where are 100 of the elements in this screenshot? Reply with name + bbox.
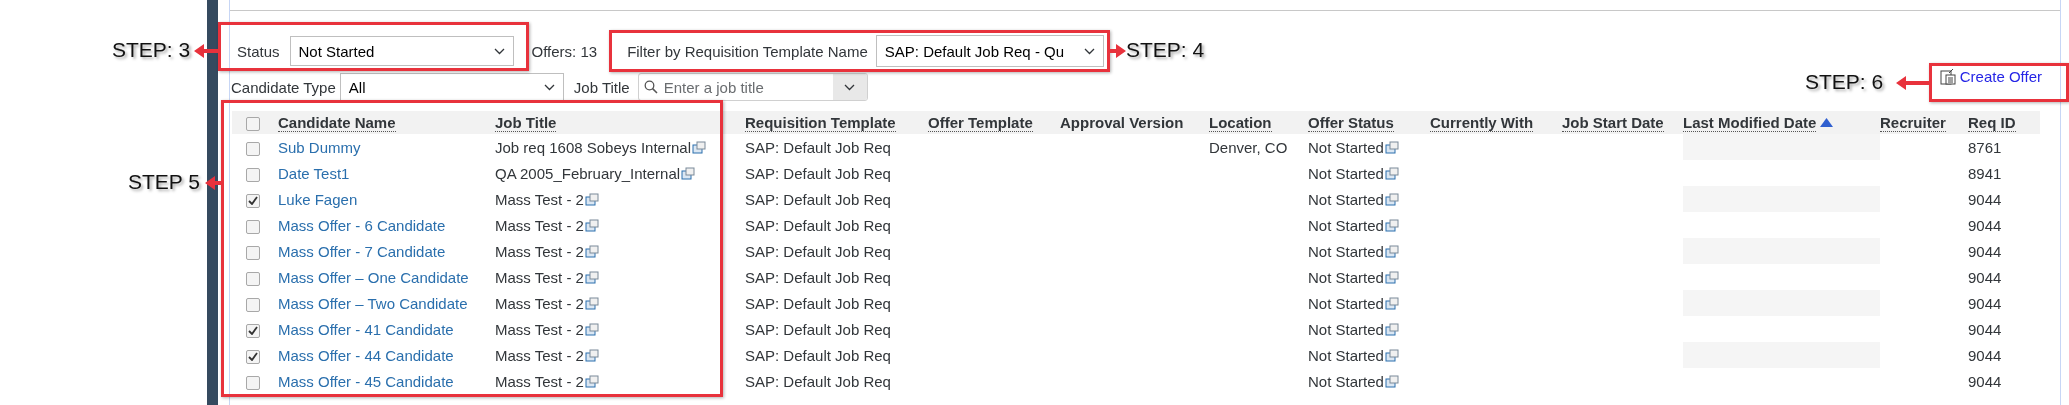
checkbox[interactable] [246, 193, 260, 208]
checkbox[interactable] [246, 323, 260, 338]
callout-arrow [1110, 44, 1126, 58]
table-cell: SAP: Default Job Req [745, 190, 891, 208]
checkbox[interactable] [246, 245, 260, 260]
column-header[interactable]: Location [1209, 113, 1272, 132]
candidate-link[interactable]: Mass Offer - 45 Candidate [278, 372, 454, 390]
candidate-link[interactable]: Mass Offer - 41 Candidate [278, 320, 454, 338]
candidate-link[interactable]: Mass Offer – One Candidate [278, 268, 469, 286]
step-label: STEP: 6 [1805, 70, 1884, 94]
table-cell: 8941 [1968, 164, 2002, 182]
popup-icon[interactable] [1384, 348, 1399, 362]
candidate-type-label: Candidate Type [231, 78, 336, 96]
popup-icon[interactable] [584, 296, 599, 310]
table-cell: Not Started [1308, 164, 1384, 182]
template-select[interactable]: SAP: Default Job Req - Qu [875, 35, 1104, 67]
table-cell: Not Started [1308, 372, 1384, 390]
table-cell: Mass Test - 2 [495, 242, 584, 260]
checkbox[interactable] [246, 141, 260, 156]
table-cell: SAP: Default Job Req [745, 320, 891, 338]
popup-icon[interactable] [1384, 374, 1399, 388]
table-cell: Mass Test - 2 [495, 216, 584, 234]
column-header[interactable]: Currently With [1430, 113, 1534, 132]
popup-icon[interactable] [1384, 270, 1399, 284]
popup-icon[interactable] [1384, 218, 1399, 232]
popup-icon[interactable] [1384, 322, 1399, 336]
table-cell: Denver, CO [1209, 138, 1288, 156]
candidate-link[interactable]: Luke Fagen [278, 190, 358, 208]
column-header[interactable]: Offer Template [928, 113, 1033, 132]
table-cell: Mass Test - 2 [495, 346, 584, 364]
column-header[interactable]: Approval Version [1060, 114, 1184, 131]
table-cell: SAP: Default Job Req [745, 346, 891, 364]
popup-icon[interactable] [584, 348, 599, 362]
checkbox[interactable] [246, 349, 260, 364]
candidate-link[interactable]: Mass Offer - 44 Candidate [278, 346, 454, 364]
table-cell: Mass Test - 2 [495, 190, 584, 208]
column-header[interactable]: Job Title [495, 113, 557, 132]
table-cell: Mass Test - 2 [495, 268, 584, 286]
table-cell: Mass Test - 2 [495, 372, 584, 390]
table-cell: 9044 [1968, 346, 2002, 364]
popup-icon[interactable] [584, 322, 599, 336]
candidate-link[interactable]: Sub Dummy [278, 138, 361, 156]
table-cell: Not Started [1308, 216, 1384, 234]
chevron-down-icon [493, 47, 505, 55]
table-cell: Not Started [1308, 346, 1384, 364]
popup-icon[interactable] [584, 218, 599, 232]
table-cell: Not Started [1308, 294, 1384, 312]
popup-icon[interactable] [584, 270, 599, 284]
chevron-down-icon [844, 83, 856, 91]
checkbox[interactable] [246, 117, 260, 131]
popup-icon[interactable] [1384, 140, 1399, 154]
column-header[interactable]: Last Modified Date [1683, 113, 1817, 132]
popup-icon[interactable] [691, 140, 706, 154]
template-filter-label: Filter by Requisition Template Name [627, 42, 868, 60]
checkbox[interactable] [246, 271, 260, 286]
popup-icon[interactable] [681, 166, 696, 180]
table-cell: Mass Test - 2 [495, 294, 584, 312]
table-cell: 9044 [1968, 216, 2002, 234]
chevron-down-icon [1083, 47, 1095, 55]
table-cell: Not Started [1308, 190, 1384, 208]
job-title-field[interactable]: Enter a job title [637, 73, 868, 101]
table-cell: SAP: Default Job Req [745, 216, 891, 234]
table-cell: 9044 [1968, 372, 2002, 390]
checkbox[interactable] [246, 219, 260, 234]
candidate-link[interactable]: Date Test1 [278, 164, 350, 182]
column-header[interactable]: Candidate Name [278, 113, 396, 132]
table-cell: 9044 [1968, 320, 2002, 338]
checkbox[interactable] [246, 297, 260, 312]
job-title-input[interactable]: Enter a job title [661, 77, 816, 97]
table-cell: 9044 [1968, 190, 2002, 208]
column-header[interactable]: Requisition Template [745, 113, 896, 132]
popup-icon[interactable] [1384, 296, 1399, 310]
step-label: STEP 5 [128, 170, 200, 194]
create-offer-link[interactable]: Create Offer [1939, 67, 2042, 85]
table-cell: SAP: Default Job Req [745, 242, 891, 260]
table-cell: SAP: Default Job Req [745, 164, 891, 182]
popup-icon[interactable] [1384, 166, 1399, 180]
table-cell: Not Started [1308, 138, 1384, 156]
candidate-link[interactable]: Mass Offer - 7 Candidate [278, 242, 446, 260]
candidate-type-select[interactable]: All [339, 73, 564, 101]
step-label: STEP: 3 [112, 38, 191, 62]
table-cell: Not Started [1308, 242, 1384, 260]
column-header[interactable]: Offer Status [1308, 113, 1394, 132]
table-cell: SAP: Default Job Req [745, 294, 891, 312]
table-cell: 9044 [1968, 294, 2002, 312]
candidate-link[interactable]: Mass Offer – Two Candidate [278, 294, 468, 312]
checkbox[interactable] [246, 167, 260, 182]
status-select[interactable]: Not Started [289, 36, 514, 66]
callout-arrow [205, 176, 223, 190]
popup-icon[interactable] [1384, 244, 1399, 258]
column-header[interactable]: Req ID [1968, 113, 2016, 132]
column-header[interactable]: Recruiter [1880, 113, 1946, 132]
popup-icon[interactable] [1384, 192, 1399, 206]
column-header[interactable]: Job Start Date [1562, 113, 1664, 132]
popup-icon[interactable] [584, 244, 599, 258]
candidate-link[interactable]: Mass Offer - 6 Candidate [278, 216, 446, 234]
popup-icon[interactable] [584, 192, 599, 206]
checkbox[interactable] [246, 375, 260, 390]
callout-arrow [1896, 76, 1929, 90]
popup-icon[interactable] [584, 374, 599, 388]
